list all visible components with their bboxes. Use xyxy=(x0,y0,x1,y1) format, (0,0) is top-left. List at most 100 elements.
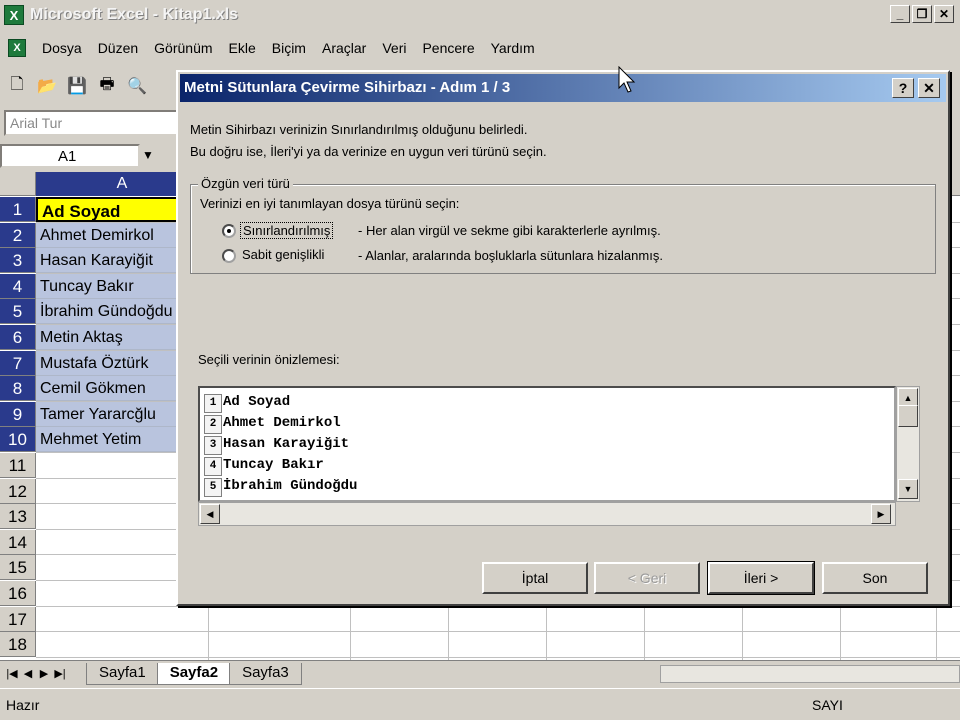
status-ready: Hazır xyxy=(6,696,40,713)
grid-line xyxy=(36,656,960,658)
tab-sayfa1[interactable]: Sayfa1 xyxy=(86,662,159,685)
first-sheet-icon[interactable]: |◀ xyxy=(4,667,20,680)
font-name-box[interactable]: Arial Tur xyxy=(4,110,179,136)
preview-row-text: Ad Soyad xyxy=(223,394,291,410)
excel-app-icon: X xyxy=(4,5,24,25)
intro-line-2: Bu doğru ise, İleri'yi ya da verinize en… xyxy=(190,144,547,159)
scroll-left-icon[interactable]: ◀ xyxy=(200,504,220,524)
horizontal-scrollbar[interactable] xyxy=(660,665,960,683)
row-header[interactable]: 9 xyxy=(0,401,36,427)
menu-veri[interactable]: Veri xyxy=(374,40,414,56)
scroll-down-icon[interactable]: ▼ xyxy=(898,479,918,499)
preview-row-text: Tuncay Bakır xyxy=(223,457,324,473)
data-preview-pane[interactable]: 1 Ad Soyad 2 Ahmet Demirkol 3 Hasan Karayiğit… xyxy=(198,386,896,502)
row-header[interactable]: 13 xyxy=(0,504,36,530)
app-title: Microsoft Excel - Kitap1.xls xyxy=(30,6,239,23)
minimize-button[interactable]: _ xyxy=(890,5,910,23)
scroll-right-icon[interactable]: ▶ xyxy=(871,504,891,524)
maximize-button[interactable]: ❐ xyxy=(912,5,932,23)
tab-sayfa2[interactable]: Sayfa2 xyxy=(156,662,232,685)
preview-row-number: 5 xyxy=(204,478,222,497)
preview-row-text: Ahmet Demirkol xyxy=(223,415,341,431)
row-header[interactable]: 8 xyxy=(0,376,36,402)
name-box[interactable]: A1 xyxy=(0,144,140,168)
menu-pencere[interactable]: Pencere xyxy=(414,40,482,56)
preview-row-number: 4 xyxy=(204,457,222,476)
document-icon[interactable]: X xyxy=(8,39,26,57)
fixed-width-radio[interactable] xyxy=(222,249,236,263)
status-num: SAYI xyxy=(812,696,843,713)
next-sheet-icon[interactable]: ▶ xyxy=(36,667,52,680)
row-header[interactable]: 4 xyxy=(0,273,36,299)
group-label: Özgün veri türü xyxy=(198,176,293,191)
row-header[interactable]: 5 xyxy=(0,299,36,325)
row-header[interactable]: 10 xyxy=(0,427,36,453)
text-to-columns-wizard: Metni Sütunlara Çevirme Sihirbazı - Adım… xyxy=(176,70,950,606)
preview-row: 1 Ad Soyad xyxy=(204,392,290,413)
preview-row-number: 1 xyxy=(204,394,222,413)
preview-row: 4 Tuncay Bakır xyxy=(204,455,324,476)
mouse-cursor-icon xyxy=(618,66,636,93)
back-button: < Geri xyxy=(594,562,700,594)
row-header[interactable]: 12 xyxy=(0,478,36,504)
last-sheet-icon[interactable]: ▶| xyxy=(52,667,68,680)
row-header[interactable]: 7 xyxy=(0,350,36,376)
menu-araclar[interactable]: Araçlar xyxy=(314,40,374,56)
prev-sheet-icon[interactable]: ◀ xyxy=(20,667,36,680)
delimited-label[interactable]: Sınırlandırılmış xyxy=(240,222,334,239)
help-button[interactable]: ? xyxy=(892,78,914,98)
delimited-desc: - Her alan virgül ve sekme gibi karakter… xyxy=(358,223,661,238)
menu-gorunum[interactable]: Görünüm xyxy=(146,40,220,56)
row-header[interactable]: 11 xyxy=(0,453,36,478)
preview-vertical-scrollbar[interactable]: ▲ ▼ xyxy=(896,386,920,502)
status-bar: Hazır SAYI xyxy=(0,688,960,720)
dialog-close-button[interactable]: ✕ xyxy=(918,78,940,98)
tab-sayfa3[interactable]: Sayfa3 xyxy=(229,662,302,685)
preview-row: 3 Hasan Karayiğit xyxy=(204,434,349,455)
app-titlebar: X Microsoft Excel - Kitap1.xls _ ❐ ✕ xyxy=(0,0,960,30)
preview-row-number: 2 xyxy=(204,415,222,434)
grid-line xyxy=(36,631,960,633)
group-prompt: Verinizi en iyi tanımlayan dosya türünü … xyxy=(200,196,460,211)
delimited-radio[interactable] xyxy=(222,224,236,238)
menu-yardim[interactable]: Yardım xyxy=(483,40,543,56)
preview-horizontal-scrollbar[interactable]: ◀ ▶ xyxy=(198,502,896,526)
close-button[interactable]: ✕ xyxy=(934,5,954,23)
chevron-down-icon[interactable]: ▼ xyxy=(142,148,154,162)
row-header[interactable]: 17 xyxy=(0,606,36,632)
print-icon[interactable]: 🖶 xyxy=(94,73,120,99)
preview-label: Seçili verinin önizlemesi: xyxy=(198,352,340,367)
preview-icon[interactable]: 🔍 xyxy=(124,73,150,99)
fixed-width-label[interactable]: Sabit genişlikli xyxy=(242,247,324,262)
row-header[interactable]: 16 xyxy=(0,581,36,606)
dialog-title: Metni Sütunlara Çevirme Sihirbazı - Adım… xyxy=(180,74,946,102)
scroll-thumb[interactable] xyxy=(898,405,918,427)
intro-line-1: Metin Sihirbazı verinizin Sınırlandırılm… xyxy=(190,122,528,137)
row-header[interactable]: 1 xyxy=(0,197,36,222)
save-icon[interactable]: 💾 xyxy=(64,73,90,99)
menu-dosya[interactable]: Dosya xyxy=(34,40,90,56)
new-file-icon[interactable]: 🗋 xyxy=(4,73,30,99)
row-header[interactable]: 6 xyxy=(0,325,36,350)
row-header[interactable]: 14 xyxy=(0,529,36,555)
open-folder-icon[interactable]: 📂 xyxy=(34,73,60,99)
preview-row-text: Hasan Karayiğit xyxy=(223,436,350,452)
sheet-tab-bar: |◀ ◀ ▶ ▶| Sayfa1 Sayfa2 Sayfa3 xyxy=(0,660,960,686)
select-all-corner[interactable] xyxy=(0,172,36,196)
row-header[interactable]: 2 xyxy=(0,222,36,248)
row-header[interactable]: 3 xyxy=(0,248,36,274)
preview-row: 5 İbrahim Gündoğdu xyxy=(204,476,357,497)
menu-ekle[interactable]: Ekle xyxy=(221,40,264,56)
preview-row: 2 Ahmet Demirkol xyxy=(204,413,341,434)
menu-duzen[interactable]: Düzen xyxy=(90,40,146,56)
row-header[interactable]: 15 xyxy=(0,555,36,581)
menu-bicim[interactable]: Biçim xyxy=(264,40,314,56)
row-header[interactable]: 18 xyxy=(0,632,36,658)
finish-button[interactable]: Son xyxy=(822,562,928,594)
menu-bar: X Dosya Düzen Görünüm Ekle Biçim Araçlar… xyxy=(0,34,960,62)
cancel-button[interactable]: İptal xyxy=(482,562,588,594)
preview-row-number: 3 xyxy=(204,436,222,455)
fixed-width-desc: - Alanlar, aralarında boşluklarla sütunl… xyxy=(358,248,663,263)
preview-row-text: İbrahim Gündoğdu xyxy=(223,478,358,494)
next-button[interactable]: İleri > xyxy=(707,561,815,595)
